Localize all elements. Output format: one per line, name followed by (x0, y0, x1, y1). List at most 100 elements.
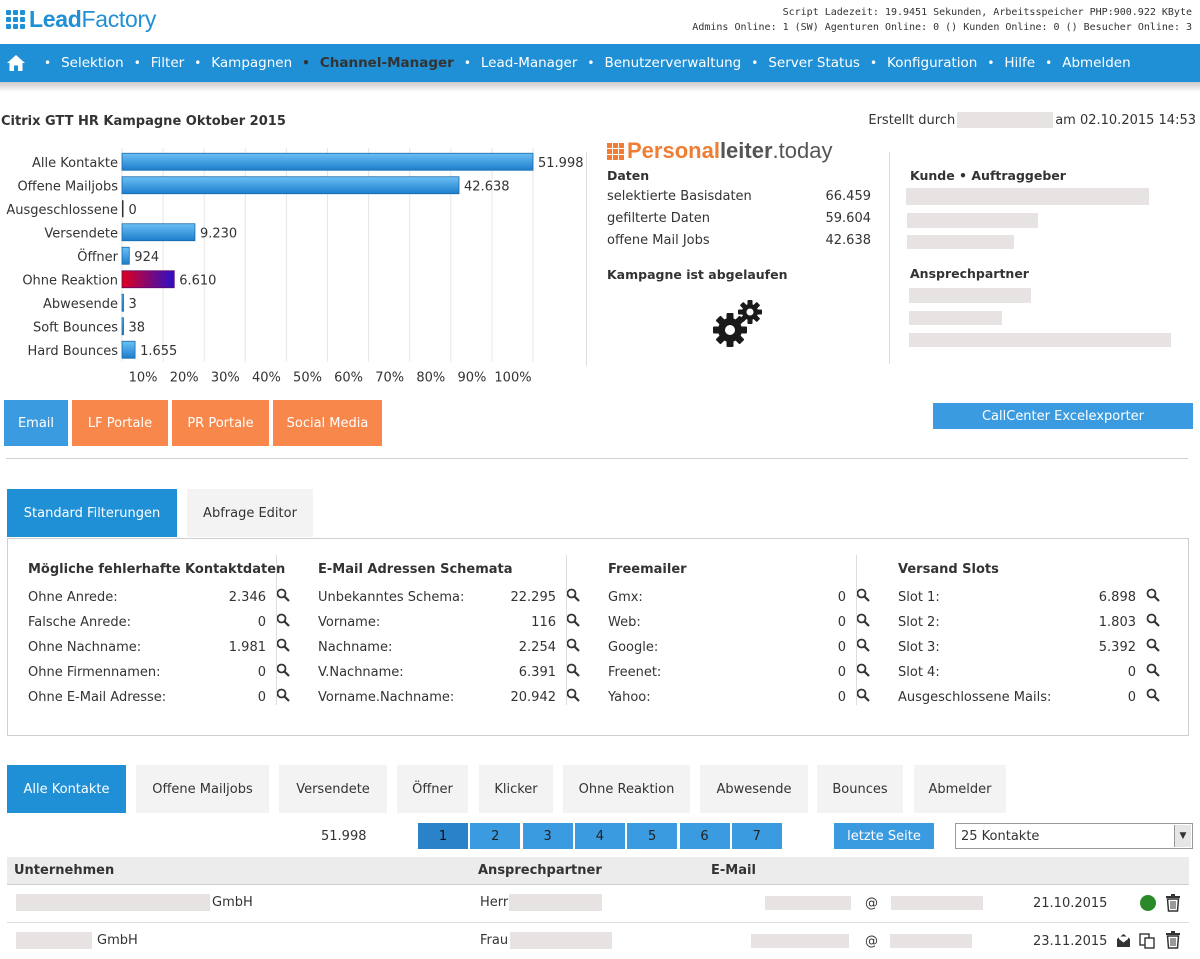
chart-category-label: Alle Kontakte (32, 156, 118, 171)
chart-x-tick: 100% (494, 371, 531, 386)
contact-tab[interactable]: Bounces (817, 765, 903, 813)
col-email[interactable]: E-Mail (711, 863, 756, 878)
email-domain-redacted (891, 896, 983, 910)
nav-filter[interactable]: Filter (124, 55, 184, 71)
search-icon[interactable] (276, 613, 290, 627)
per-page-select[interactable]: 25 Kontakte ▼ (955, 823, 1193, 849)
search-icon[interactable] (276, 638, 290, 652)
contact-tab[interactable]: Abmelder (914, 765, 1006, 813)
chart-bar[interactable] (121, 176, 460, 195)
tab-abfrage-editor[interactable]: Abfrage Editor (187, 489, 313, 537)
filter-value: 2.254 (518, 640, 556, 655)
chart-bar[interactable] (121, 340, 136, 359)
search-icon[interactable] (1146, 613, 1160, 627)
copy-icon[interactable] (1139, 933, 1155, 949)
search-icon[interactable] (276, 688, 290, 702)
contact-tab[interactable]: Ohne Reaktion (563, 765, 690, 813)
search-icon[interactable] (856, 663, 870, 677)
search-icon[interactable] (1146, 663, 1160, 677)
nav-konfiguration[interactable]: Konfiguration (860, 55, 977, 71)
filter-label: Ausgeschlossene Mails: (898, 690, 1052, 705)
nav-lead-manager[interactable]: Lead-Manager (454, 55, 577, 71)
filter-label: Ohne Nachname: (28, 640, 142, 655)
search-icon[interactable] (1146, 638, 1160, 652)
chart-bar[interactable] (121, 246, 130, 265)
search-icon[interactable] (566, 588, 580, 602)
chart-bar[interactable] (121, 293, 124, 312)
page-button[interactable]: 4 (574, 823, 625, 849)
chart-x-tick: 90% (457, 371, 486, 386)
search-icon[interactable] (856, 588, 870, 602)
mail-open-icon[interactable] (1116, 933, 1131, 948)
page-button[interactable]: 2 (470, 823, 521, 849)
chart-bar[interactable] (121, 223, 196, 242)
chart-bar[interactable] (121, 317, 124, 336)
search-icon[interactable] (1146, 588, 1160, 602)
search-icon[interactable] (856, 688, 870, 702)
channel-pr-portale-button[interactable]: PR Portale (172, 400, 269, 446)
contact-redacted-2 (909, 311, 1002, 325)
search-icon[interactable] (856, 613, 870, 627)
table-row[interactable]: GmbH Frau @ 23.11.2015 (7, 923, 1189, 959)
col-ansprechpartner[interactable]: Ansprechpartner (478, 863, 602, 878)
page-button[interactable]: 7 (731, 823, 782, 849)
gears-icon[interactable] (710, 298, 766, 350)
last-page-button[interactable]: letzte Seite (834, 823, 934, 849)
contact-tab[interactable]: Alle Kontakte (7, 765, 126, 813)
page-button[interactable]: 5 (627, 823, 678, 849)
page-button[interactable]: 3 (522, 823, 573, 849)
filter-label: Ohne E-Mail Adresse: (28, 690, 167, 705)
search-icon[interactable] (856, 638, 870, 652)
callcenter-export-button[interactable]: CallCenter Excelexporter (933, 403, 1193, 429)
chart-bar[interactable] (122, 200, 124, 218)
channel-email-button[interactable]: Email (4, 400, 68, 446)
chevron-down-icon[interactable]: ▼ (1174, 825, 1191, 847)
home-icon[interactable] (6, 54, 26, 72)
nav-server-status[interactable]: Server Status (741, 55, 860, 71)
chart-value-label: 0 (129, 203, 137, 218)
col-unternehmen[interactable]: Unternehmen (14, 863, 114, 878)
filter-row: Slot 2: 1.803 (898, 613, 1160, 635)
campaign-bar-chart: 10% 20% 30% 40% 50% 60% 70% 80% 90% 100% Alle Kont… (6, 148, 584, 386)
chart-category-label: Offene Mailjobs (17, 179, 118, 194)
nav-selektion[interactable]: Selektion (34, 55, 124, 71)
trash-icon[interactable] (1165, 894, 1181, 912)
page-button[interactable]: 1 (418, 823, 468, 849)
nav-benutzerverwaltung[interactable]: Benutzerverwaltung (577, 55, 741, 71)
contact-tab[interactable]: Klicker (479, 765, 553, 813)
chart-value-label: 51.998 (538, 156, 584, 171)
chart-x-tick: 80% (416, 371, 445, 386)
filter-label: Freenet: (608, 665, 662, 680)
contact-tab[interactable]: Abwesende (700, 765, 808, 813)
search-icon[interactable] (566, 638, 580, 652)
filter-label: V.Nachname: (318, 665, 404, 680)
chart-bar[interactable] (121, 152, 534, 171)
channel-social-media-button[interactable]: Social Media (273, 400, 382, 446)
search-icon[interactable] (276, 663, 290, 677)
chart-x-tick: 20% (170, 371, 199, 386)
search-icon[interactable] (1146, 688, 1160, 702)
contact-tab[interactable]: Offene Mailjobs (136, 765, 269, 813)
page-button[interactable]: 6 (679, 823, 730, 849)
search-icon[interactable] (566, 688, 580, 702)
search-icon[interactable] (566, 613, 580, 627)
chart-value-label: 42.638 (464, 179, 510, 194)
nav-abmelden[interactable]: Abmelden (1035, 55, 1130, 71)
nav-shadow (0, 82, 1200, 92)
search-icon[interactable] (276, 588, 290, 602)
search-icon[interactable] (566, 663, 580, 677)
filter-value: 1.803 (1098, 615, 1136, 630)
table-row[interactable]: GmbH Herr @ 21.10.2015 (7, 885, 1189, 923)
nav-kampagnen[interactable]: Kampagnen (184, 55, 292, 71)
kunde-redacted-3 (907, 235, 1014, 249)
daten-row: offene Mail Jobs 42.638 (607, 233, 871, 255)
trash-icon[interactable] (1165, 931, 1181, 949)
contact-tab[interactable]: Öffner (397, 765, 468, 813)
contact-tab[interactable]: Versendete (279, 765, 387, 813)
tab-standard-filterungen[interactable]: Standard Filterungen (7, 489, 177, 537)
nav-channel-manager[interactable]: Channel-Manager (292, 55, 454, 71)
channel-lf-portale-button[interactable]: LF Portale (72, 400, 168, 446)
chart-bar[interactable] (121, 270, 175, 289)
nav-hilfe[interactable]: Hilfe (977, 55, 1035, 71)
leadfactory-logo[interactable]: LeadFactory (6, 6, 156, 32)
